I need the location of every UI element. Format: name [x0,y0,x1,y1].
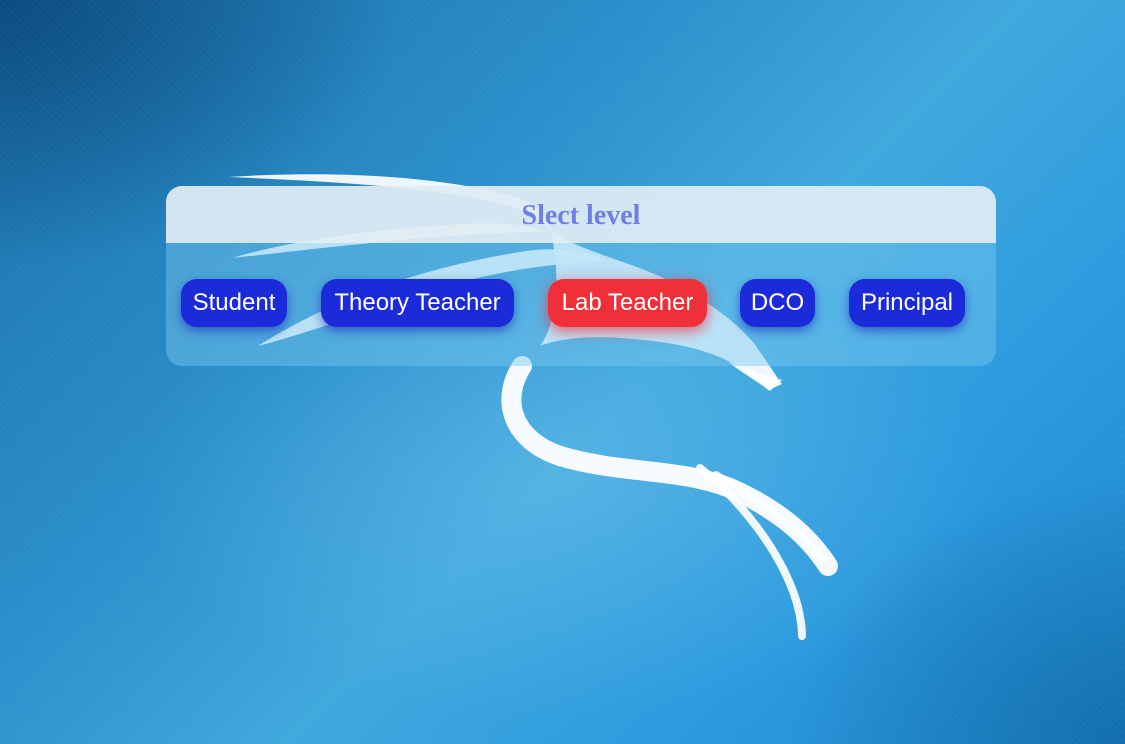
background-texture [0,0,1125,744]
student-button[interactable]: Student [181,279,287,327]
panel-header: Slect level [166,186,996,243]
principal-button[interactable]: Principal [849,279,965,327]
dco-button[interactable]: DCO [740,279,815,327]
level-button-row: Student Theory Teacher Lab Teacher DCO P… [166,243,996,366]
select-level-panel: Slect level Student Theory Teacher Lab T… [166,186,996,366]
panel-title: Slect level [521,199,641,231]
kali-dragon-icon [228,174,838,640]
theory-teacher-button[interactable]: Theory Teacher [321,279,514,327]
lab-teacher-button[interactable]: Lab Teacher [548,279,707,327]
